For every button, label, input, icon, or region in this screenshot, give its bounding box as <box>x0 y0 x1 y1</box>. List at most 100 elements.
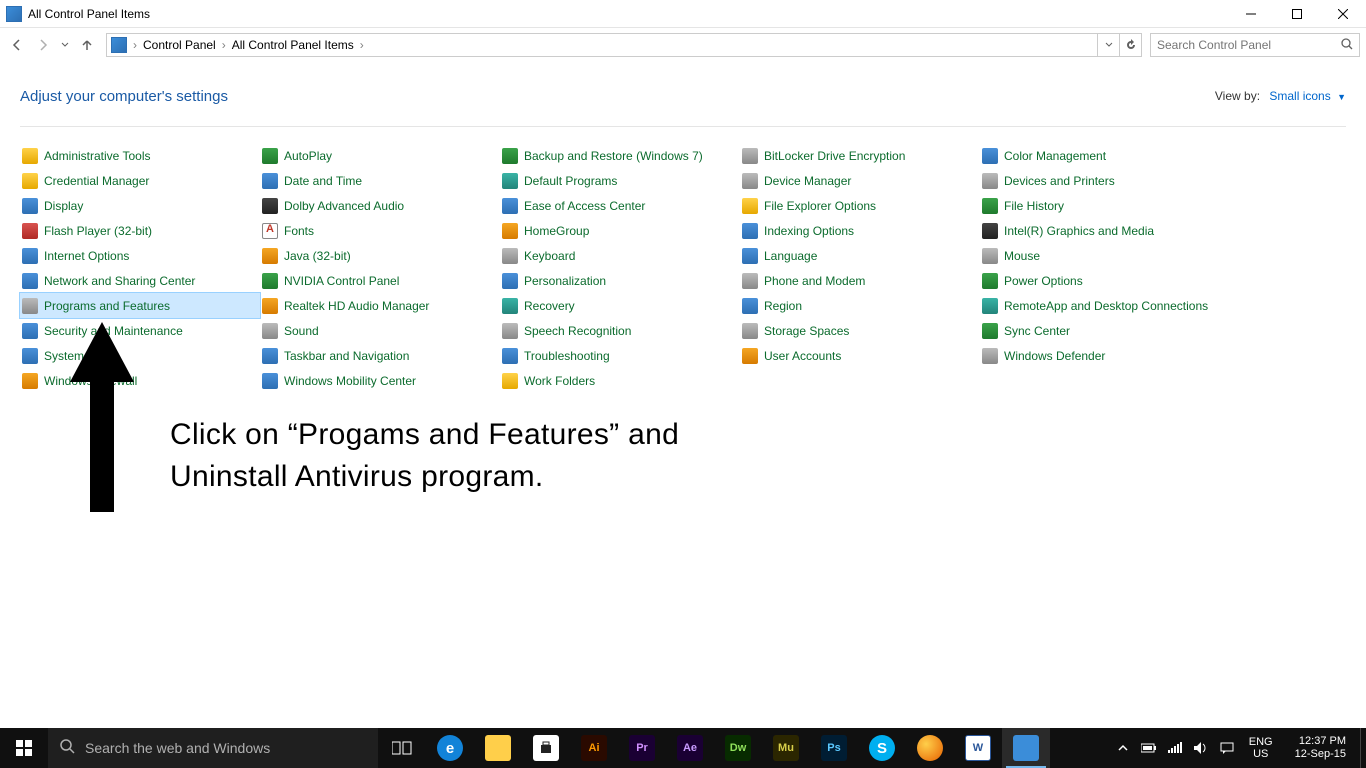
item-remoteapp[interactable]: RemoteApp and Desktop Connections <box>980 293 1220 318</box>
back-button[interactable] <box>6 34 28 56</box>
item-fonts[interactable]: Fonts <box>260 218 500 243</box>
item-mobility-center[interactable]: Windows Mobility Center <box>260 368 500 393</box>
item-recovery[interactable]: Recovery <box>500 293 740 318</box>
item-nvidia[interactable]: NVIDIA Control Panel <box>260 268 500 293</box>
item-file-history[interactable]: File History <box>980 193 1220 218</box>
taskbar-file-explorer[interactable] <box>474 728 522 768</box>
start-button[interactable] <box>0 728 48 768</box>
tray-volume-icon[interactable] <box>1193 740 1209 756</box>
taskbar-photoshop[interactable]: Ps <box>810 728 858 768</box>
breadcrumb-all-items[interactable]: All Control Panel Items <box>228 38 358 52</box>
taskbar-search[interactable]: Search the web and Windows <box>48 728 378 768</box>
item-file-explorer-options[interactable]: File Explorer Options <box>740 193 980 218</box>
item-indexing-options[interactable]: Indexing Options <box>740 218 980 243</box>
task-view-button[interactable] <box>378 728 426 768</box>
refresh-button[interactable] <box>1119 34 1141 56</box>
taskbar-muse[interactable]: Mu <box>762 728 810 768</box>
tray-battery-icon[interactable] <box>1141 740 1157 756</box>
item-work-folders[interactable]: Work Folders <box>500 368 740 393</box>
item-troubleshooting[interactable]: Troubleshooting <box>500 343 740 368</box>
recent-dropdown[interactable] <box>58 34 72 56</box>
item-label: Flash Player (32-bit) <box>44 224 152 238</box>
item-taskbar-navigation[interactable]: Taskbar and Navigation <box>260 343 500 368</box>
item-security-maintenance[interactable]: Security and Maintenance <box>20 318 260 343</box>
forward-button[interactable] <box>32 34 54 56</box>
item-system[interactable]: System <box>20 343 260 368</box>
item-autoplay[interactable]: AutoPlay <box>260 143 500 168</box>
item-ease-of-access[interactable]: Ease of Access Center <box>500 193 740 218</box>
up-button[interactable] <box>76 34 98 56</box>
item-region[interactable]: Region <box>740 293 980 318</box>
item-devices-printers[interactable]: Devices and Printers <box>980 168 1220 193</box>
address-bar[interactable]: › Control Panel › All Control Panel Item… <box>106 33 1142 57</box>
item-label: User Accounts <box>764 349 841 363</box>
search-box[interactable] <box>1150 33 1360 57</box>
item-sound[interactable]: Sound <box>260 318 500 343</box>
display-icon <box>22 198 38 214</box>
item-dolby[interactable]: Dolby Advanced Audio <box>260 193 500 218</box>
item-mouse[interactable]: Mouse <box>980 243 1220 268</box>
address-history-button[interactable] <box>1097 34 1119 56</box>
close-button[interactable] <box>1320 0 1366 28</box>
view-by-control[interactable]: View by: Small icons ▼ <box>1215 89 1346 103</box>
item-language[interactable]: Language <box>740 243 980 268</box>
taskbar-skype[interactable]: S <box>858 728 906 768</box>
item-realtek[interactable]: Realtek HD Audio Manager <box>260 293 500 318</box>
lang2: US <box>1249 748 1273 760</box>
item-windows-defender[interactable]: Windows Defender <box>980 343 1220 368</box>
item-default-programs[interactable]: Default Programs <box>500 168 740 193</box>
breadcrumb-control-panel[interactable]: Control Panel <box>139 38 220 52</box>
item-backup-restore[interactable]: Backup and Restore (Windows 7) <box>500 143 740 168</box>
defaults-icon <box>502 173 518 189</box>
taskbar-edge[interactable]: e <box>426 728 474 768</box>
taskbar-illustrator[interactable]: Ai <box>570 728 618 768</box>
item-bitlocker[interactable]: BitLocker Drive Encryption <box>740 143 980 168</box>
item-speech-recognition[interactable]: Speech Recognition <box>500 318 740 343</box>
tray-action-center-icon[interactable] <box>1219 740 1235 756</box>
item-power-options[interactable]: Power Options <box>980 268 1220 293</box>
item-sync-center[interactable]: Sync Center <box>980 318 1220 343</box>
item-label: BitLocker Drive Encryption <box>764 149 905 163</box>
show-desktop-button[interactable] <box>1360 728 1366 768</box>
item-keyboard[interactable]: Keyboard <box>500 243 740 268</box>
taskbar-firefox[interactable] <box>906 728 954 768</box>
autoplay-icon <box>262 148 278 164</box>
item-personalization[interactable]: Personalization <box>500 268 740 293</box>
item-java[interactable]: Java (32-bit) <box>260 243 500 268</box>
item-flash-player[interactable]: Flash Player (32-bit) <box>20 218 260 243</box>
item-windows-firewall[interactable]: Windows Firewall <box>20 368 260 393</box>
taskbar-word[interactable]: W <box>954 728 1002 768</box>
item-label: Windows Defender <box>1004 349 1105 363</box>
minimize-button[interactable] <box>1228 0 1274 28</box>
tray-language[interactable]: ENGUS <box>1245 736 1277 760</box>
tray-network-icon[interactable] <box>1167 740 1183 756</box>
taskbar-store[interactable] <box>522 728 570 768</box>
control-panel-icon <box>6 6 22 22</box>
item-device-manager[interactable]: Device Manager <box>740 168 980 193</box>
taskbar-dreamweaver[interactable]: Dw <box>714 728 762 768</box>
item-storage-spaces[interactable]: Storage Spaces <box>740 318 980 343</box>
item-display[interactable]: Display <box>20 193 260 218</box>
taskbar-control-panel[interactable] <box>1002 728 1050 768</box>
item-internet-options[interactable]: Internet Options <box>20 243 260 268</box>
search-input[interactable] <box>1157 38 1337 52</box>
maximize-button[interactable] <box>1274 0 1320 28</box>
item-date-time[interactable]: Date and Time <box>260 168 500 193</box>
taskbar-aftereffects[interactable]: Ae <box>666 728 714 768</box>
item-label: Work Folders <box>524 374 595 388</box>
item-label: Taskbar and Navigation <box>284 349 409 363</box>
item-programs-features[interactable]: Programs and Features <box>20 293 260 318</box>
tray-clock[interactable]: 12:37 PM12-Sep-15 <box>1287 735 1354 761</box>
item-user-accounts[interactable]: User Accounts <box>740 343 980 368</box>
item-phone-modem[interactable]: Phone and Modem <box>740 268 980 293</box>
item-network-sharing[interactable]: Network and Sharing Center <box>20 268 260 293</box>
item-credential-manager[interactable]: Credential Manager <box>20 168 260 193</box>
titlebar: All Control Panel Items <box>0 0 1366 28</box>
item-label: Credential Manager <box>44 174 149 188</box>
item-administrative-tools[interactable]: Administrative Tools <box>20 143 260 168</box>
item-color-management[interactable]: Color Management <box>980 143 1220 168</box>
taskbar-premiere[interactable]: Pr <box>618 728 666 768</box>
tray-overflow-button[interactable] <box>1115 740 1131 756</box>
item-homegroup[interactable]: HomeGroup <box>500 218 740 243</box>
item-intel-graphics[interactable]: Intel(R) Graphics and Media <box>980 218 1220 243</box>
